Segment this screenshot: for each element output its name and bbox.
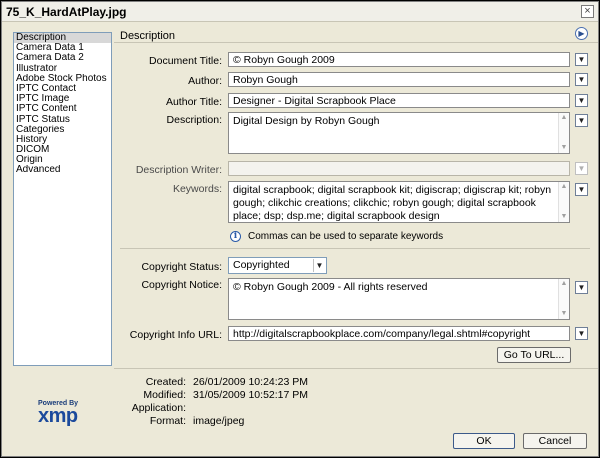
xmp-logo: Powered By xmp — [38, 400, 78, 427]
scroll-up-icon[interactable]: ▲ — [559, 113, 569, 123]
scroll-down-icon[interactable]: ▼ — [559, 143, 569, 153]
modified-value: 31/05/2009 10:52:17 PM — [193, 389, 309, 401]
sidebar-item[interactable]: Advanced — [14, 165, 111, 175]
cancel-button[interactable]: Cancel — [523, 433, 587, 449]
sidebar-item[interactable]: Categories — [14, 125, 111, 135]
copyright-status-label: Copyright Status: — [141, 261, 222, 273]
description-textarea[interactable]: Digital Design by Robyn Gough ▲ ▼ — [228, 112, 570, 154]
copyright-notice-label: Copyright Notice: — [141, 279, 222, 291]
sidebar-item[interactable]: DICOM — [14, 145, 111, 155]
chevron-down-icon[interactable]: ▼ — [313, 259, 325, 272]
author-title-input[interactable]: Designer - Digital Scrapbook Place — [228, 93, 570, 108]
copyright-notice-dropdown-icon[interactable]: ▼ — [575, 281, 588, 294]
sidebar-item[interactable]: Description — [14, 33, 111, 44]
scroll-down-icon[interactable]: ▼ — [559, 309, 569, 319]
sidebar-item[interactable]: IPTC Image — [14, 94, 111, 104]
description-writer-label: Description Writer: — [135, 164, 222, 176]
panel-divider — [114, 42, 598, 43]
close-icon[interactable]: × — [581, 5, 594, 18]
copyright-notice-text: © Robyn Gough 2009 - All rights reserved — [233, 281, 428, 293]
xmp-brand: xmp — [38, 405, 78, 427]
sidebar-item[interactable]: Illustrator — [14, 64, 111, 74]
panel-menu-arrow-icon[interactable]: ▶ — [575, 27, 588, 40]
application-label: Application: — [131, 402, 186, 414]
copyright-notice-textarea[interactable]: © Robyn Gough 2009 - All rights reserved… — [228, 278, 570, 320]
description-scrollbar[interactable]: ▲ ▼ — [558, 113, 569, 153]
document-title-input[interactable]: © Robyn Gough 2009 — [228, 52, 570, 67]
go-to-url-button[interactable]: Go To URL... — [497, 347, 571, 363]
copyright-notice-scrollbar[interactable]: ▲ ▼ — [558, 279, 569, 319]
description-writer-input[interactable] — [228, 161, 570, 176]
author-input[interactable]: Robyn Gough — [228, 72, 570, 87]
sidebar-item[interactable]: IPTC Content — [14, 104, 111, 114]
author-label: Author: — [188, 75, 222, 87]
description-label: Description: — [166, 114, 222, 126]
document-title-dropdown-icon[interactable]: ▼ — [575, 53, 588, 66]
description-dropdown-icon[interactable]: ▼ — [575, 114, 588, 127]
format-value: image/jpeg — [193, 415, 245, 427]
author-title-dropdown-icon[interactable]: ▼ — [575, 94, 588, 107]
author-dropdown-icon[interactable]: ▼ — [575, 73, 588, 86]
copyright-status-select[interactable]: Copyrighted ▼ — [228, 257, 327, 274]
created-label: Created: — [145, 376, 186, 388]
created-value: 26/01/2009 10:24:23 PM — [193, 376, 309, 388]
sidebar-item[interactable]: Camera Data 2 — [14, 53, 111, 63]
modified-label: Modified: — [143, 389, 186, 401]
keywords-text: digital scrapbook; digital scrapbook kit… — [233, 184, 552, 222]
keywords-label: Keywords: — [172, 183, 222, 195]
sidebar-item[interactable]: History — [14, 135, 111, 145]
sidebar-item[interactable]: Origin — [14, 155, 111, 165]
sidebar-item[interactable]: Camera Data 1 — [14, 43, 111, 53]
description-writer-dropdown-icon: ▼ — [575, 162, 588, 175]
info-icon: i — [230, 231, 241, 242]
metadata-dialog: 75_K_HardAtPlay.jpg × Description Camera … — [1, 1, 599, 457]
ok-button[interactable]: OK — [453, 433, 515, 449]
meta-divider — [114, 368, 598, 369]
sidebar-item[interactable]: IPTC Status — [14, 115, 111, 125]
description-text: Digital Design by Robyn Gough — [233, 115, 380, 127]
copyright-url-input[interactable]: http://digitalscrapbookplace.com/company… — [228, 326, 570, 341]
sidebar-item[interactable]: Adobe Stock Photos — [14, 74, 111, 84]
copyright-status-value: Copyrighted — [233, 259, 290, 271]
category-list[interactable]: Description Camera Data 1 Camera Data 2 Ill… — [13, 32, 112, 366]
keywords-dropdown-icon[interactable]: ▼ — [575, 183, 588, 196]
scroll-down-icon[interactable]: ▼ — [559, 212, 569, 222]
keywords-scrollbar[interactable]: ▲ ▼ — [558, 182, 569, 222]
document-title-label: Document Title: — [149, 55, 222, 67]
panel-title: Description — [120, 30, 176, 42]
copyright-url-dropdown-icon[interactable]: ▼ — [575, 327, 588, 340]
scroll-up-icon[interactable]: ▲ — [559, 279, 569, 289]
author-title-label: Author Title: — [165, 96, 222, 108]
sidebar-item[interactable]: IPTC Contact — [14, 84, 111, 94]
title-bar[interactable]: 75_K_HardAtPlay.jpg × — [2, 2, 598, 22]
format-label: Format: — [149, 415, 186, 427]
keywords-textarea[interactable]: digital scrapbook; digital scrapbook kit… — [228, 181, 570, 223]
section-divider — [120, 248, 590, 249]
scroll-up-icon[interactable]: ▲ — [559, 182, 569, 192]
keywords-hint: Commas can be used to separate keywords — [248, 231, 444, 242]
copyright-url-label: Copyright Info URL: — [129, 329, 222, 341]
window-title: 75_K_HardAtPlay.jpg — [6, 5, 127, 19]
